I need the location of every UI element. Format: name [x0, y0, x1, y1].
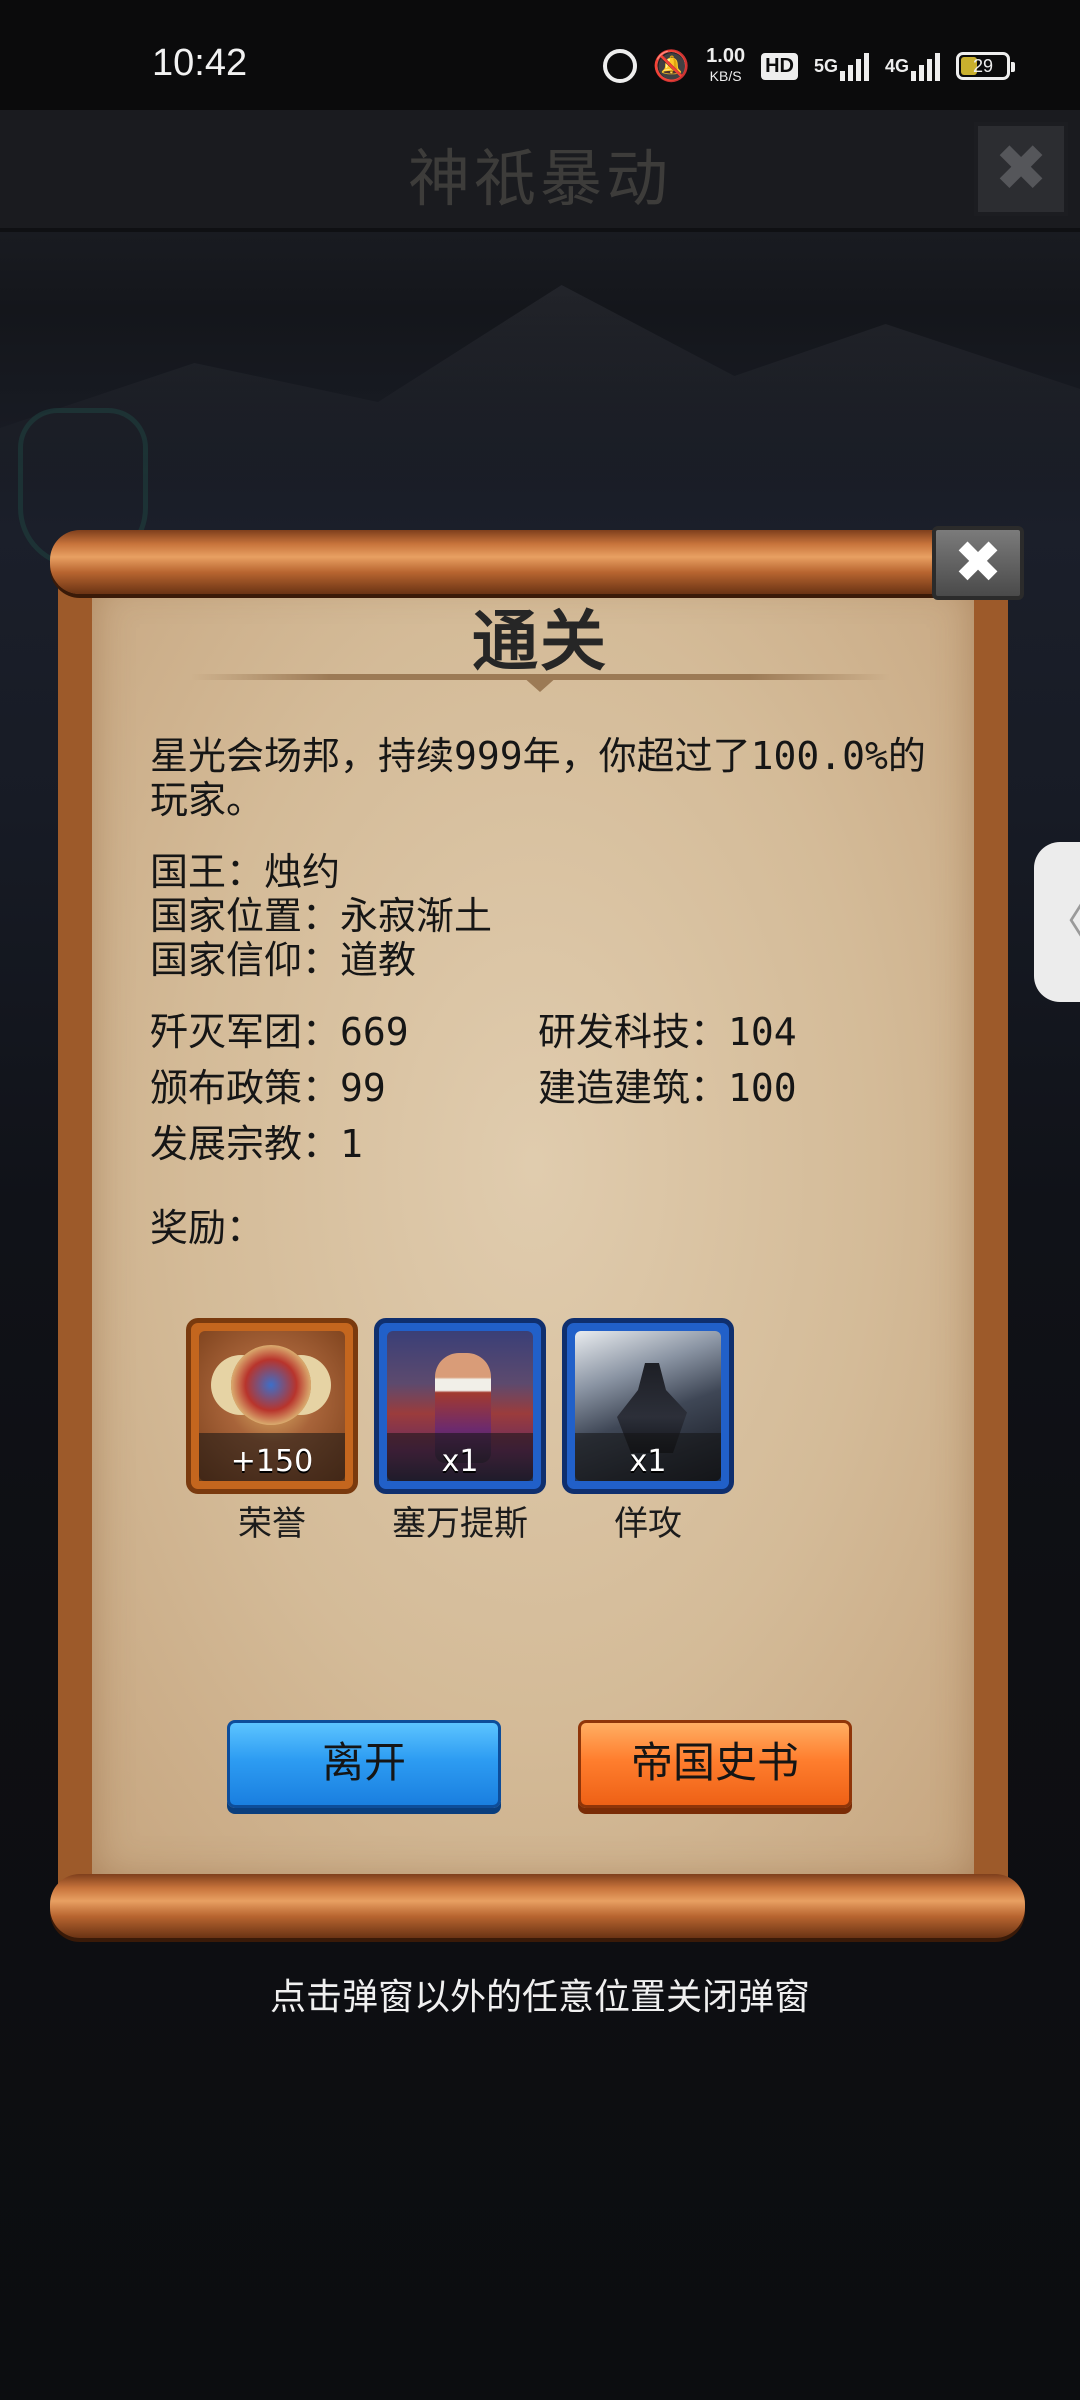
reward-card[interactable]: x1	[562, 1318, 734, 1494]
background-title: 神祇暴动	[407, 142, 672, 215]
scroll-top-rod	[50, 530, 1020, 594]
status-icons: 🔕 1.00 KB/S HD 5G 4G 29	[602, 46, 1015, 86]
reward-card[interactable]: +150	[186, 1318, 358, 1494]
empire-history-button[interactable]: 帝国史书	[578, 1720, 852, 1808]
reward-item-cervantes[interactable]: x1 塞万提斯	[374, 1318, 546, 1545]
stat-policies: 颁布政策：99	[150, 1066, 386, 1110]
faith-text: 国家信仰：道教	[150, 938, 417, 982]
mute-bell-icon: 🔕	[652, 49, 691, 83]
network-speed-value: 1.00	[706, 45, 746, 67]
status-time: 10:42	[152, 42, 248, 84]
hd-badge: HD	[761, 52, 798, 80]
reward-card[interactable]: x1	[374, 1318, 546, 1494]
side-drawer-tab[interactable]: 〈	[1034, 842, 1080, 1002]
rewards-label: 奖励：	[150, 1206, 265, 1250]
title-divider-notch	[522, 676, 558, 692]
signal-5g-icon: 5G	[814, 51, 869, 81]
signal-5g-label: 5G	[813, 55, 838, 76]
summary-text: 星光会场邦，持续999年，你超过了100.0%的玩家。	[150, 734, 926, 822]
status-bar: 10:42 🔕 1.00 KB/S HD 5G 4G 29	[0, 0, 1080, 110]
signal-4g-label: 4G	[884, 55, 909, 76]
reward-item-honor[interactable]: +150 荣誉	[186, 1318, 358, 1545]
reward-label: 塞万提斯	[392, 1504, 528, 1544]
stat-buildings: 建造建筑：100	[538, 1066, 797, 1110]
reward-quantity: +150	[230, 1444, 314, 1479]
reward-quantity: x1	[441, 1444, 479, 1479]
stat-legions: 歼灭军团：669	[150, 1010, 409, 1054]
reward-label: 荣誉	[238, 1504, 306, 1544]
modal-title: 通关	[472, 603, 608, 680]
reward-label: 佯攻	[614, 1504, 682, 1544]
king-text: 国王：烛约	[150, 850, 341, 894]
scroll-bottom-rod	[50, 1874, 1025, 1938]
stat-tech: 研发科技：104	[538, 1010, 797, 1054]
close-hint-text: 点击弹窗以外的任意位置关闭弹窗	[269, 1977, 810, 2018]
background-close-icon: ✖	[974, 122, 1068, 216]
reward-quantity: x1	[629, 1444, 667, 1479]
reward-item-feint[interactable]: x1 佯攻	[562, 1318, 734, 1545]
network-speed-unit: KB/S	[709, 68, 742, 84]
battery-level: 29	[972, 55, 994, 76]
honor-emblem-icon	[231, 1345, 311, 1425]
leave-button[interactable]: 离开	[227, 1720, 501, 1808]
stat-religion: 发展宗教：1	[150, 1122, 363, 1166]
location-text: 国家位置：永寂渐土	[150, 894, 493, 938]
signal-4g-icon: 4G	[885, 51, 940, 81]
network-speed: 1.00 KB/S	[706, 46, 745, 86]
alarm-icon	[602, 49, 637, 83]
battery-icon: 29	[956, 52, 1015, 80]
close-icon[interactable]: ✖	[932, 526, 1024, 600]
game-screen: 神祇暴动 ✖ 10:42 🔕 1.00 KB/S HD 5G 4G 29 通关 …	[0, 0, 1080, 2400]
